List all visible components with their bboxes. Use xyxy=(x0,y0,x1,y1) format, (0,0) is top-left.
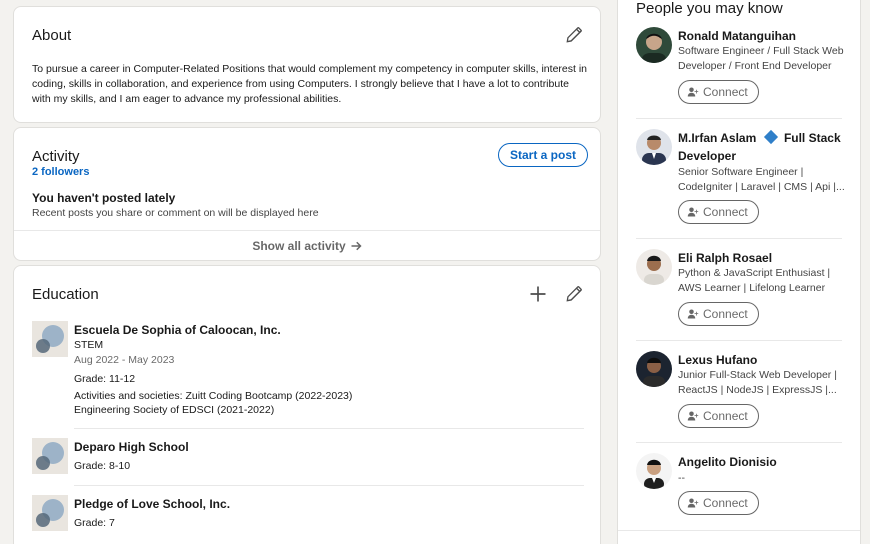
followers-link[interactable]: 2 followers xyxy=(32,166,89,178)
person-add-icon xyxy=(687,411,699,421)
person-name[interactable]: Lexus Hufano xyxy=(678,353,757,367)
person-add-icon xyxy=(687,87,699,97)
school-logo[interactable] xyxy=(32,321,68,357)
education-card: Education Escuela De Sophia of Caloocan,… xyxy=(13,265,601,544)
divider xyxy=(74,428,584,429)
dates: Aug 2022 - May 2023 xyxy=(74,354,175,366)
person-add-icon xyxy=(687,498,699,508)
divider xyxy=(636,238,842,239)
connect-label: Connect xyxy=(703,85,748,99)
activities-line-1: Activities and societies: Zuitt Coding B… xyxy=(74,390,353,402)
connect-button[interactable]: Connect xyxy=(678,302,759,326)
arrow-right-icon xyxy=(351,241,362,251)
edit-education-button[interactable] xyxy=(564,284,584,304)
person-name-line2[interactable]: Developer xyxy=(678,149,736,163)
connect-label: Connect xyxy=(703,496,748,510)
show-all-activity-link[interactable]: Show all activity xyxy=(14,231,600,261)
person-headline: -- xyxy=(678,472,685,484)
about-card: About To pursue a career in Computer-Rel… xyxy=(13,6,601,123)
add-education-button[interactable] xyxy=(528,284,548,304)
person-headline: Software Engineer / Full Stack Web Devel… xyxy=(678,45,844,72)
activity-empty-subtitle: Recent posts you share or comment on wil… xyxy=(32,207,319,219)
person-add-icon xyxy=(687,207,699,217)
grade: Grade: 8-10 xyxy=(74,460,131,472)
about-title: About xyxy=(32,27,72,44)
activities-line-2: Engineering Society of EDSCI (2021-2022) xyxy=(74,404,275,416)
connect-label: Connect xyxy=(703,307,748,321)
verified-diamond-icon xyxy=(763,129,778,145)
connect-button[interactable]: Connect xyxy=(678,80,759,104)
pencil-icon xyxy=(566,27,582,43)
school-name[interactable]: Pledge of Love School, Inc. xyxy=(74,497,230,511)
person-headline-line2: ReactJS | NodeJS | ExpressJS |... xyxy=(678,384,837,396)
person-headline-line1: Senior Software Engineer | xyxy=(678,166,804,178)
avatar[interactable] xyxy=(636,27,672,63)
school-logo[interactable] xyxy=(32,495,68,531)
school-logo[interactable] xyxy=(32,438,68,474)
activity-title: Activity xyxy=(32,148,80,165)
about-text: To pursue a career in Computer-Related P… xyxy=(32,63,587,105)
connect-button[interactable]: Connect xyxy=(678,200,759,224)
person-headline-line2: CodeIgniter | Laravel | CMS | Api |... xyxy=(678,181,845,193)
avatar[interactable] xyxy=(636,129,672,165)
activity-card: Activity 2 followers Start a post You ha… xyxy=(13,127,601,261)
connect-label: Connect xyxy=(703,205,748,219)
divider xyxy=(74,485,584,486)
edit-about-button[interactable] xyxy=(564,25,584,45)
grade: Grade: 7 xyxy=(74,517,115,529)
avatar[interactable] xyxy=(636,351,672,387)
person-headline: Python & JavaScript Enthusiast | AWS Lea… xyxy=(678,267,831,294)
person-name[interactable]: Ronald Matanguihan xyxy=(678,29,796,43)
avatar[interactable] xyxy=(636,249,672,285)
connect-label: Connect xyxy=(703,409,748,423)
activity-empty-title: You haven't posted lately xyxy=(32,191,176,205)
degree: STEM xyxy=(74,339,104,351)
divider xyxy=(636,442,842,443)
person-headline-line1: Junior Full-Stack Web Developer | xyxy=(678,369,837,381)
school-name[interactable]: Deparo High School xyxy=(74,440,189,454)
person-name[interactable]: M.Irfan Aslam Full Stack xyxy=(678,129,841,145)
education-title: Education xyxy=(32,286,99,303)
divider xyxy=(636,340,842,341)
person-name[interactable]: Angelito Dionisio xyxy=(678,455,777,469)
start-post-button[interactable]: Start a post xyxy=(498,143,589,167)
connect-button[interactable]: Connect xyxy=(678,491,759,515)
divider xyxy=(618,530,860,531)
person-add-icon xyxy=(687,309,699,319)
show-all-activity-label: Show all activity xyxy=(252,239,346,253)
avatar[interactable] xyxy=(636,453,672,489)
pencil-icon xyxy=(566,286,582,302)
connect-button[interactable]: Connect xyxy=(678,404,759,428)
school-name[interactable]: Escuela De Sophia of Caloocan, Inc. xyxy=(74,323,281,337)
grade: Grade: 11-12 xyxy=(74,373,136,385)
plus-icon xyxy=(530,286,546,302)
divider xyxy=(636,118,842,119)
people-title: People you may know xyxy=(636,0,783,17)
person-name[interactable]: Eli Ralph Rosael xyxy=(678,251,772,265)
people-card: People you may know Ronald Matanguihan S… xyxy=(617,0,861,544)
